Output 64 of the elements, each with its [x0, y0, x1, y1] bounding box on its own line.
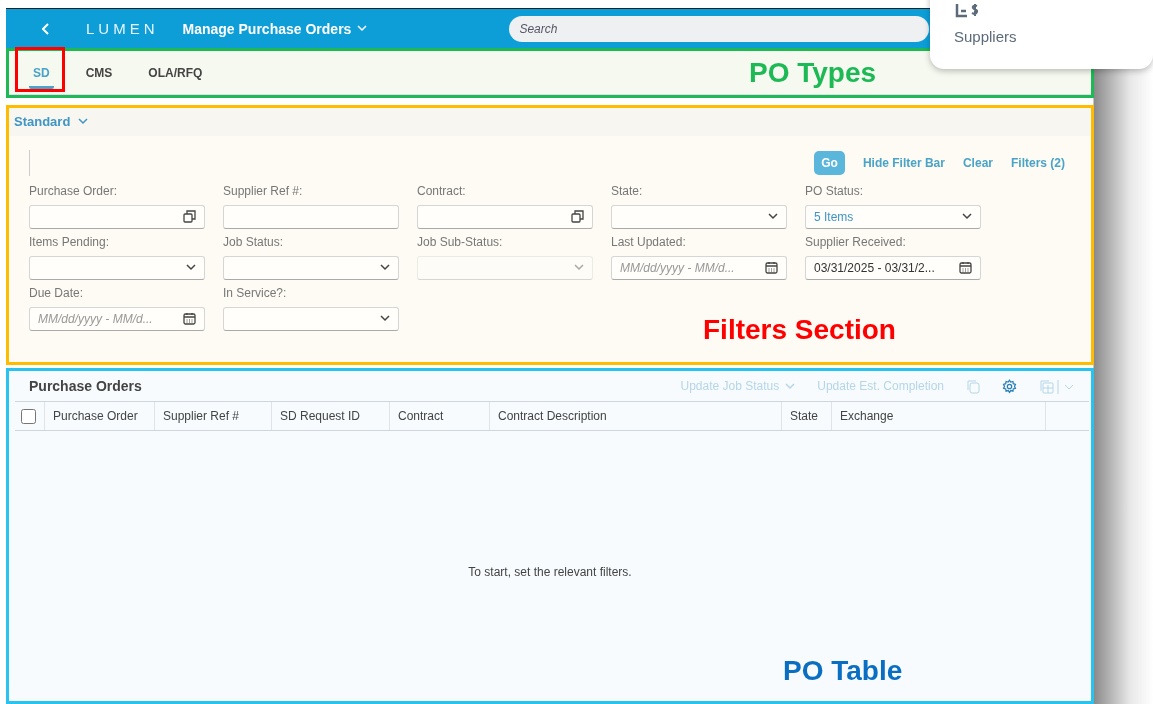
filter-link[interactable]: Hide Filter Bar: [862, 155, 945, 170]
value-help-icon[interactable]: [183, 210, 196, 224]
calendar-icon[interactable]: [959, 261, 972, 275]
input-field[interactable]: [223, 204, 399, 229]
column-header[interactable]: Supplier Ref #: [155, 402, 272, 430]
tab[interactable]: OLA/RFQ: [144, 51, 207, 90]
dropdown-icon: [380, 264, 390, 272]
tab[interactable]: SD: [29, 51, 54, 90]
input-field[interactable]: [417, 204, 593, 229]
column-header[interactable]: Exchange: [832, 402, 1046, 430]
date-field[interactable]: MM/dd/yyyy - MM/d...: [29, 306, 205, 331]
annotation-label: PO Table: [783, 655, 903, 687]
dropdown-icon: [574, 264, 584, 272]
select-field[interactable]: [223, 255, 399, 280]
dropdown-icon: [380, 315, 390, 323]
select-field[interactable]: 5 Items: [805, 204, 981, 229]
select-all-checkbox[interactable]: [21, 408, 36, 424]
field-label: Items Pending:: [29, 234, 111, 249]
table-title: Purchase Orders: [29, 378, 142, 394]
settings-icon[interactable]: [1002, 378, 1017, 394]
tab[interactable]: CMS: [81, 51, 117, 90]
field-label: Purchase Order:: [29, 183, 119, 198]
go-button[interactable]: Go: [814, 150, 845, 175]
calendar-icon[interactable]: [183, 312, 196, 326]
dropdown-icon: [768, 213, 778, 221]
column-header[interactable]: State: [782, 402, 832, 430]
value-help-icon[interactable]: [571, 210, 584, 224]
brand-logo: LUMEN: [86, 20, 159, 38]
input-field[interactable]: [29, 204, 205, 229]
search-field[interactable]: Search: [509, 15, 930, 42]
dropdown-icon: [186, 264, 196, 272]
date-field[interactable]: MM/dd/yyyy - MM/d...: [611, 255, 787, 280]
field-label: Last Updated:: [611, 234, 687, 249]
select-field[interactable]: [611, 204, 787, 229]
field-label: Supplier Received:: [805, 234, 907, 249]
select-field[interactable]: [223, 306, 399, 331]
field-label: In Service?:: [223, 285, 288, 300]
annotation-label: PO Types: [749, 57, 877, 90]
menu-item-label[interactable]: Suppliers: [954, 28, 1129, 45]
field-label: Contract:: [417, 183, 467, 198]
select-field[interactable]: [29, 255, 205, 280]
field-label: Due Date:: [29, 285, 85, 300]
field-label: PO Status:: [805, 183, 865, 198]
column-header[interactable]: Purchase Order: [45, 402, 155, 430]
calendar-icon[interactable]: [765, 261, 778, 275]
column-header[interactable]: Contract: [390, 402, 490, 430]
filter-link[interactable]: Clear: [962, 155, 993, 170]
variant-selector[interactable]: Standard: [14, 114, 89, 130]
field-label: Job Sub-Status:: [417, 234, 504, 249]
column-header[interactable]: SD Request ID: [272, 402, 390, 430]
back-icon[interactable]: [42, 22, 50, 35]
app-title-menu[interactable]: Manage Purchase Orders: [182, 20, 368, 37]
dropdown-icon: [962, 213, 972, 221]
field-label: State:: [611, 183, 644, 198]
empty-message: To start, set the relevant filters.: [467, 565, 633, 579]
chevron-down-icon: [78, 118, 89, 126]
filter-link[interactable]: Filters (2): [1011, 155, 1065, 170]
column-header[interactable]: Contract Description: [490, 402, 782, 430]
chevron-down-icon: [357, 25, 368, 33]
date-field[interactable]: 03/31/2025 - 03/31/2...: [805, 255, 981, 280]
chevron-down-icon: [785, 382, 796, 390]
annotation-label: Filters Section: [703, 313, 896, 346]
field-label: Job Status:: [223, 234, 285, 249]
field-label: Supplier Ref #:: [223, 183, 304, 198]
